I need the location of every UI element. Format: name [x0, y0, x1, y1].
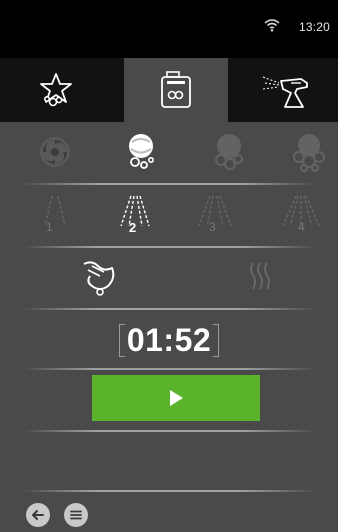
mode-ball-bubbles-small[interactable] — [116, 130, 166, 174]
heat-waves-icon — [250, 262, 270, 290]
mode-ball-bubbles-medium[interactable] — [204, 130, 254, 174]
spray-level-label: 4 — [298, 220, 305, 234]
spray-level-1-icon — [44, 195, 66, 227]
status-bar: 13:20 — [0, 0, 338, 58]
option-blow-air[interactable] — [70, 254, 130, 300]
timer-display[interactable]: 01:52 — [118, 321, 220, 359]
start-button[interactable] — [92, 375, 260, 421]
menu-button[interactable] — [64, 503, 88, 527]
spray-bottle-icon — [262, 76, 308, 108]
star-bubbles-icon — [40, 73, 72, 107]
spray-level-label: 1 — [46, 220, 53, 234]
divider — [22, 183, 316, 185]
timer-bracket-left — [118, 323, 125, 357]
spray-level-label: 2 — [129, 220, 137, 235]
tab-spray[interactable] — [240, 58, 338, 122]
play-icon — [170, 390, 183, 406]
mode-ball-bubbles-large[interactable] — [284, 130, 334, 174]
back-arrow-icon — [32, 510, 44, 520]
menu-icon — [70, 510, 82, 520]
spray-level-2[interactable]: 2 — [110, 192, 160, 238]
ball-bubbles-medium-icon — [215, 134, 243, 170]
back-button[interactable] — [26, 503, 50, 527]
detergent-canister-icon — [161, 71, 191, 108]
divider — [22, 490, 316, 492]
timer-bracket-right — [213, 323, 220, 357]
divider — [22, 246, 316, 248]
wash-mode-row — [0, 130, 338, 174]
spray-level-3[interactable]: 3 — [190, 192, 240, 238]
spray-level-label: 3 — [209, 220, 216, 234]
spray-level-1[interactable]: 1 — [30, 192, 80, 238]
timer-value: 01:52 — [126, 321, 212, 358]
timer-area: 01:52 — [0, 320, 338, 360]
blow-air-icon — [83, 261, 115, 296]
tab-detergent[interactable] — [124, 58, 228, 122]
divider — [22, 308, 316, 310]
swirl-icon — [40, 137, 70, 167]
ball-bubbles-icon — [129, 134, 154, 169]
wifi-icon — [264, 19, 280, 32]
ball-bubbles-large-icon — [293, 134, 325, 172]
option-heat[interactable] — [230, 254, 290, 300]
clock: 13:20 — [298, 20, 330, 34]
tab-rinse-aid[interactable] — [0, 58, 112, 122]
divider — [22, 430, 316, 432]
mode-tabs — [0, 58, 338, 122]
mode-swirl[interactable] — [30, 130, 80, 174]
spray-level-row: 1 2 3 4 — [0, 192, 338, 238]
drying-row — [0, 254, 338, 300]
spray-level-4[interactable]: 4 — [276, 192, 326, 238]
divider — [22, 368, 316, 370]
